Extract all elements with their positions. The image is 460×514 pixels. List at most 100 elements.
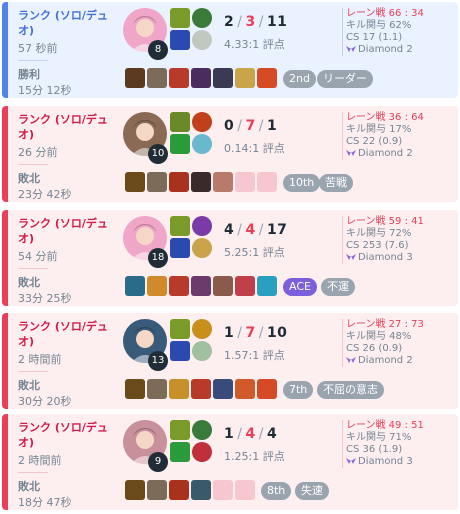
kda-ratio: 0.14:1 評点 (224, 142, 285, 155)
performance-tag: リーダー (317, 70, 373, 88)
item-icon[interactable] (257, 379, 277, 399)
lane-score: レーン戦 59 : 41 (346, 216, 424, 227)
match-card[interactable]: ランク (ソロ/デュオ) 54 分前 敗北 33分 25秒 18 4/4/17 5.25:1… (2, 210, 458, 306)
average-rank: Diamond 2 (346, 355, 413, 367)
item-icon[interactable] (213, 172, 233, 192)
summoner-spell-icon[interactable] (170, 216, 190, 236)
summoner-spell-icon[interactable] (170, 30, 190, 50)
match-card[interactable]: ランク (ソロ/デュオ) 2 時間前 敗北 18分 47秒 9 1/4/4 1.25:1 評… (2, 414, 458, 510)
keystone-rune-icon[interactable] (192, 319, 212, 339)
cs-count: CS 36 (1.9) (346, 444, 403, 455)
stats-divider (342, 420, 343, 468)
champion-level: 18 (148, 248, 168, 268)
summoner-spell-icon[interactable] (170, 442, 190, 462)
lane-score: レーン戦 66 : 34 (346, 8, 424, 19)
item-icon[interactable] (169, 172, 189, 192)
secondary-rune-icon[interactable] (192, 30, 212, 50)
item-icon[interactable] (147, 480, 167, 500)
keystone-rune-icon[interactable] (192, 420, 212, 440)
item-icon[interactable] (169, 68, 189, 88)
time-ago: 54 分前 (18, 250, 58, 263)
slash: / (258, 426, 264, 442)
item-icon[interactable] (235, 68, 255, 88)
result-bar (2, 313, 8, 409)
champion-level: 9 (148, 452, 168, 472)
item-icon[interactable] (257, 276, 277, 296)
match-card[interactable]: ランク (ソロ/デュオ) 57 秒前 勝利 15分 12秒 8 2/3/11 4.33:1 … (2, 2, 458, 98)
secondary-rune-icon[interactable] (192, 442, 212, 462)
deaths: 3 (245, 14, 256, 30)
rank-label: Diamond 3 (358, 252, 413, 263)
item-icon[interactable] (169, 379, 189, 399)
item-icon[interactable] (169, 480, 189, 500)
performance-tag: 不屈の意志 (317, 381, 384, 399)
rank-label: Diamond 2 (358, 148, 413, 159)
queue-type: ランク (ソロ/デュオ) (18, 421, 108, 449)
keystone-rune-icon[interactable] (192, 216, 212, 236)
placement-badge: 7th (283, 381, 314, 399)
keystone-rune-icon[interactable] (192, 8, 212, 28)
summoner-spell-icon[interactable] (170, 341, 190, 361)
item-icon[interactable] (147, 276, 167, 296)
slash: / (258, 222, 264, 238)
item-icon[interactable] (235, 276, 255, 296)
divider (18, 268, 48, 269)
empty-item-slot (235, 480, 255, 500)
stats-divider (342, 319, 343, 367)
summoner-spell-icon[interactable] (170, 238, 190, 258)
item-icon[interactable] (213, 68, 233, 88)
item-icon[interactable] (147, 172, 167, 192)
item-icon[interactable] (125, 480, 145, 500)
item-icon[interactable] (191, 172, 211, 192)
placement-badge: 10th (283, 174, 321, 192)
match-duration: 18分 47秒 (18, 496, 72, 509)
time-ago: 2 時間前 (18, 454, 62, 467)
assists: 1 (266, 118, 278, 134)
assists: 10 (266, 325, 288, 341)
item-icon[interactable] (191, 276, 211, 296)
summoner-spell-icon[interactable] (170, 420, 190, 440)
item-icon[interactable] (147, 68, 167, 88)
match-card[interactable]: ランク (ソロ/デュオ) 2 時間前 敗北 30分 20秒 13 1/7/10 1.57:1… (2, 313, 458, 409)
item-icon[interactable] (191, 379, 211, 399)
kda-ratio: 1.57:1 評点 (224, 349, 285, 362)
average-rank: Diamond 3 (346, 456, 413, 468)
summoner-spell-icon[interactable] (170, 112, 190, 132)
time-ago: 26 分前 (18, 146, 58, 159)
item-icon[interactable] (147, 379, 167, 399)
slash: / (258, 14, 264, 30)
item-icon[interactable] (169, 276, 189, 296)
item-icon[interactable] (257, 68, 277, 88)
stats-divider (342, 216, 343, 264)
match-result: 勝利 (18, 68, 40, 81)
item-icon[interactable] (213, 379, 233, 399)
kill-participation: キル関与 71% (346, 432, 412, 443)
divider (18, 472, 48, 473)
item-icon[interactable] (191, 480, 211, 500)
item-icon[interactable] (125, 379, 145, 399)
secondary-rune-icon[interactable] (192, 238, 212, 258)
match-card[interactable]: ランク (ソロ/デュオ) 26 分前 敗北 23分 42秒 10 0/7/1 0.14:1 … (2, 106, 458, 202)
average-rank: Diamond 3 (346, 252, 413, 264)
summoner-spell-icon[interactable] (170, 319, 190, 339)
secondary-rune-icon[interactable] (192, 134, 212, 154)
kill-participation: キル関与 72% (346, 228, 412, 239)
performance-tag: 失速 (295, 482, 329, 500)
summoner-spell-icon[interactable] (170, 8, 190, 28)
item-icon[interactable] (125, 172, 145, 192)
deaths: 4 (245, 222, 256, 238)
item-icon[interactable] (213, 276, 233, 296)
secondary-rune-icon[interactable] (192, 341, 212, 361)
deaths: 7 (245, 118, 256, 134)
keystone-rune-icon[interactable] (192, 112, 212, 132)
average-rank: Diamond 2 (346, 148, 413, 160)
summoner-spell-icon[interactable] (170, 134, 190, 154)
item-icon[interactable] (125, 276, 145, 296)
item-icon[interactable] (235, 379, 255, 399)
kill-participation: キル関与 17% (346, 124, 412, 135)
kda-ratio: 4.33:1 評点 (224, 38, 285, 51)
item-icon[interactable] (191, 68, 211, 88)
diamond-rank-icon (346, 254, 356, 260)
average-rank: Diamond 2 (346, 44, 413, 56)
item-icon[interactable] (125, 68, 145, 88)
